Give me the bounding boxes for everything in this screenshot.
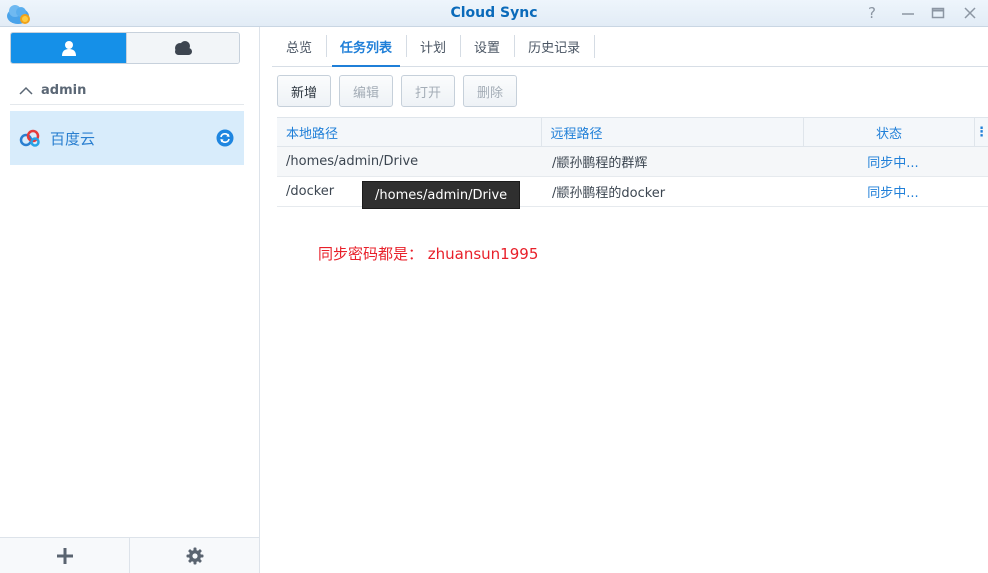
- baidu-cloud-logo-icon: [19, 129, 40, 147]
- status-cell: 同步中...: [867, 186, 919, 201]
- table-row[interactable]: /homes/admin/Drive /颛孙鹏程的群辉 同步中...: [277, 147, 988, 177]
- gear-icon: [186, 547, 203, 564]
- delete-task-button[interactable]: 删除: [463, 75, 518, 107]
- maximize-button[interactable]: [928, 3, 948, 23]
- tab-label: 计划: [420, 41, 447, 56]
- close-button[interactable]: [960, 3, 980, 23]
- sync-icon: [216, 129, 234, 147]
- table-header: 本地路径 远程路径 状态 ⋮: [277, 117, 988, 147]
- user-view-toggle[interactable]: [11, 33, 126, 63]
- title-bar: Cloud Sync ?: [0, 0, 988, 27]
- user-icon: [61, 41, 76, 56]
- tab-history[interactable]: 历史记录: [514, 27, 594, 66]
- open-task-button[interactable]: 打开: [401, 75, 456, 107]
- settings-button[interactable]: [130, 538, 259, 573]
- path-tooltip: /homes/admin/Drive: [362, 181, 521, 209]
- tab-label: 设置: [474, 41, 501, 56]
- password-annotation: 同步密码都是： zhuansun1995: [318, 245, 539, 263]
- minimize-button[interactable]: [898, 3, 918, 23]
- plus-icon: [56, 547, 73, 564]
- tab-label: 任务列表: [340, 41, 393, 56]
- chevron-up-icon: [19, 86, 33, 95]
- remote-path-cell: /颛孙鹏程的群辉: [552, 156, 648, 171]
- tab-label: 总览: [286, 41, 313, 56]
- left-footer: [0, 537, 259, 573]
- local-path-cell: /homes/admin/Drive: [286, 154, 419, 169]
- tab-schedule[interactable]: 计划: [406, 27, 460, 66]
- tab-divider: [594, 35, 596, 58]
- view-toggle: [10, 32, 240, 64]
- left-panel: admin 百度云: [0, 27, 260, 573]
- cloud-icon: [175, 41, 192, 55]
- tab-task-list[interactable]: 任务列表: [326, 27, 406, 67]
- add-task-button[interactable]: 新增: [277, 75, 332, 107]
- cloud-view-toggle[interactable]: [126, 33, 239, 63]
- status-cell: 同步中...: [867, 156, 919, 171]
- minimize-icon: [902, 13, 914, 15]
- tab-settings[interactable]: 设置: [460, 27, 514, 66]
- help-button[interactable]: ?: [862, 3, 882, 23]
- maximize-icon: [931, 7, 945, 19]
- add-account-button[interactable]: [0, 538, 130, 573]
- group-label: admin: [41, 83, 87, 98]
- task-toolbar: 新增 编辑 打开 删除: [277, 75, 525, 107]
- account-name: 百度云: [50, 129, 96, 148]
- remote-path-cell: /颛孙鹏程的docker: [552, 186, 666, 201]
- column-menu-icon[interactable]: ⋮: [975, 118, 988, 146]
- column-header-status[interactable]: 状态: [804, 118, 976, 146]
- edit-task-button[interactable]: 编辑: [339, 75, 394, 107]
- column-header-local-path[interactable]: 本地路径: [277, 118, 542, 146]
- tab-bar: 总览 任务列表 计划 设置 历史记录: [272, 27, 988, 67]
- help-icon: ?: [868, 4, 876, 22]
- tab-label: 历史记录: [528, 41, 581, 56]
- account-group-header[interactable]: admin: [10, 77, 244, 105]
- close-icon: [964, 7, 976, 19]
- tab-overview[interactable]: 总览: [272, 27, 326, 66]
- app-title: Cloud Sync: [450, 5, 538, 21]
- column-header-remote-path[interactable]: 远程路径: [542, 118, 805, 146]
- account-item-baidu[interactable]: 百度云: [10, 111, 244, 165]
